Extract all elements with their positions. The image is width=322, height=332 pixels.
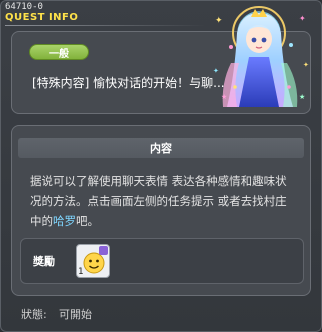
status-value: 可開始 <box>59 308 92 321</box>
svg-text:✦: ✦ <box>213 67 219 75</box>
content-header: 内容 <box>18 138 304 158</box>
svg-text:✦: ✦ <box>215 16 223 26</box>
item-type-tag-icon <box>99 246 108 255</box>
npc-portrait: ✦ ✦ ✦ ✦ ★ ★ <box>213 6 309 107</box>
title-divider <box>5 25 205 26</box>
svg-text:✦: ✦ <box>303 61 309 69</box>
quest-content-panel: 内容 据说可以了解使用聊天表情 表达各种感情和趣味状况的方法。点击画面左侧的任务… <box>11 125 311 296</box>
description-text-end: 吧。 <box>76 214 99 228</box>
svg-text:★: ★ <box>221 93 227 101</box>
npc-link[interactable]: 哈罗 <box>53 214 76 228</box>
quest-category-badge: 一般 <box>29 44 89 60</box>
reward-item-count: 1 <box>78 267 84 277</box>
quest-description: 据说可以了解使用聊天表情 表达各种感情和趣味状况的方法。点击画面左侧的任务提示 … <box>30 171 298 231</box>
reward-box: 獎勵 1 <box>20 238 304 284</box>
quest-info-window: 64710-0 QUEST INFO 一般 [特殊内容] 愉快对话的开始！与聊.… <box>0 0 322 332</box>
quest-id: 64710-0 <box>5 2 43 12</box>
status-label: 狀態: <box>21 308 47 321</box>
reward-label: 獎勵 <box>33 255 55 268</box>
svg-text:✦: ✦ <box>299 14 306 23</box>
reward-item-slot[interactable]: 1 <box>76 244 110 278</box>
window-title: QUEST INFO <box>5 12 79 23</box>
svg-text:★: ★ <box>299 93 305 101</box>
